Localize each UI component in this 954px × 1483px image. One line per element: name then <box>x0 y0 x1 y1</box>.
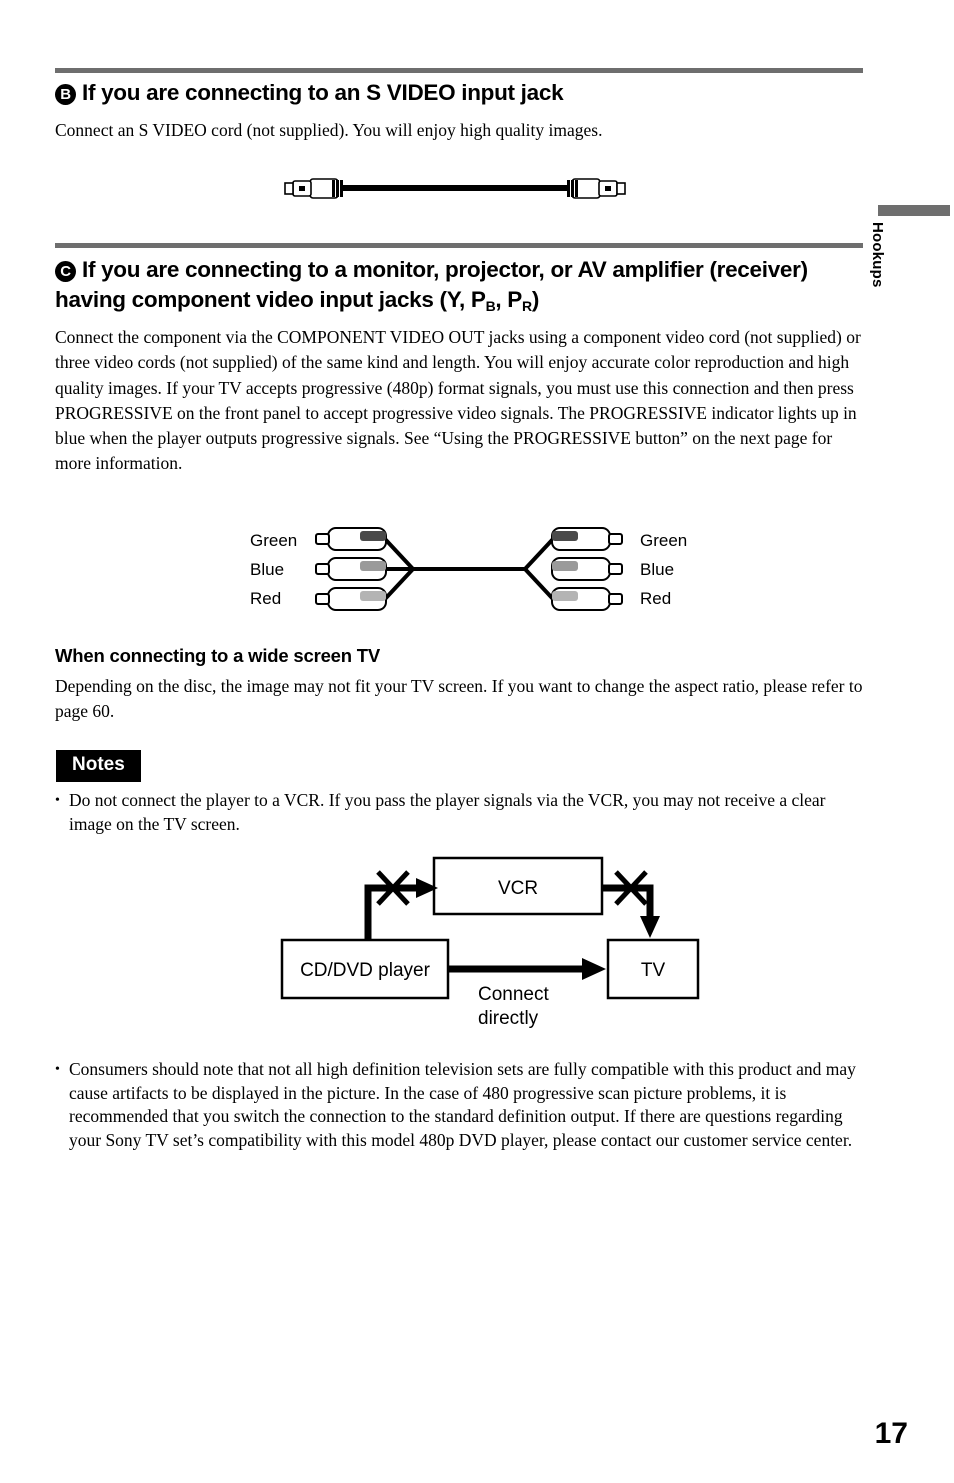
section-b-paragraph: Connect an S VIDEO cord (not supplied). … <box>55 120 603 140</box>
section-c-title-sub-r: R <box>522 298 532 314</box>
tv-box-label: TV <box>641 960 666 981</box>
plug-band-green-left <box>360 531 386 541</box>
bullet-icon: • <box>55 1062 60 1077</box>
side-tab-label: Hookups <box>869 222 886 288</box>
cable-label-right-green: Green <box>640 531 687 550</box>
cable-label-right-blue: Blue <box>640 560 674 579</box>
notes-item-1-text: Do not connect the player to a VCR. If y… <box>69 790 826 834</box>
section-c-title-post: ) <box>531 287 540 312</box>
plug-band-red-right <box>552 591 578 601</box>
plug-band-blue-left <box>360 561 386 571</box>
connect-directly-line2: directly <box>478 1008 539 1029</box>
vcr-box-label: VCR <box>498 878 538 899</box>
notes-item-2: • Consumers should note that not all hig… <box>55 1058 867 1152</box>
cable-label-left-green: Green <box>250 531 297 550</box>
section-c-title-line1: If you are connecting to a monitor, proj… <box>82 257 808 282</box>
section-b-rule <box>55 68 863 73</box>
notes-item-2-text: Consumers should note that not all high … <box>69 1059 856 1150</box>
player-box-label: CD/DVD player <box>300 960 431 981</box>
section-c-heading: C If you are connecting to a monitor, pro… <box>55 255 875 321</box>
plug-band-red-left <box>360 591 386 601</box>
arrow-head-player-to-tv <box>582 958 606 980</box>
section-c-rule <box>55 243 863 248</box>
section-c-paragraph: Connect the component via the COMPONENT … <box>55 327 861 474</box>
vcr-connection-diagram: VCR CD/DVD player TV Connect directly <box>278 852 702 1037</box>
arrow-head-vcr-to-tv <box>640 916 660 938</box>
component-video-cable-diagram: Green Blue Red Green Blue Red <box>238 520 700 625</box>
section-c-marker: C <box>55 261 76 282</box>
cable-label-left-blue: Blue <box>250 560 284 579</box>
section-c-title-line2-pre: having component video input jacks (Y, P <box>55 287 486 312</box>
page-number: 17 <box>874 1417 908 1450</box>
section-c-title-mid: , P <box>495 287 523 312</box>
section-c-title-line2: having component video input jacks (Y, P… <box>55 287 540 314</box>
plug-band-green-right <box>552 531 578 541</box>
s-video-cable-illustration <box>275 168 635 215</box>
side-tab-bar <box>878 205 950 216</box>
cable-label-right-red: Red <box>640 589 671 608</box>
bullet-icon: • <box>55 793 60 808</box>
connect-directly-line1: Connect <box>478 984 549 1005</box>
notes-badge: Notes <box>56 750 141 782</box>
section-b-marker: B <box>55 84 76 105</box>
section-b-heading: B If you are connecting to an S VIDEO inp… <box>55 78 875 108</box>
section-c-title-sub-b: B <box>485 298 496 314</box>
section-b-title-text: If you are connecting to an S VIDEO inpu… <box>82 80 564 105</box>
widescreen-paragraph: Depending on the disc, the image may not… <box>55 676 863 722</box>
widescreen-heading: When connecting to a wide screen TV <box>55 645 381 666</box>
notes-item-1: • Do not connect the player to a VCR. If… <box>55 789 867 836</box>
document-page: B If you are connecting to an S VIDEO inp… <box>0 0 954 1483</box>
plug-band-blue-right <box>552 561 578 571</box>
cable-label-left-red: Red <box>250 589 281 608</box>
